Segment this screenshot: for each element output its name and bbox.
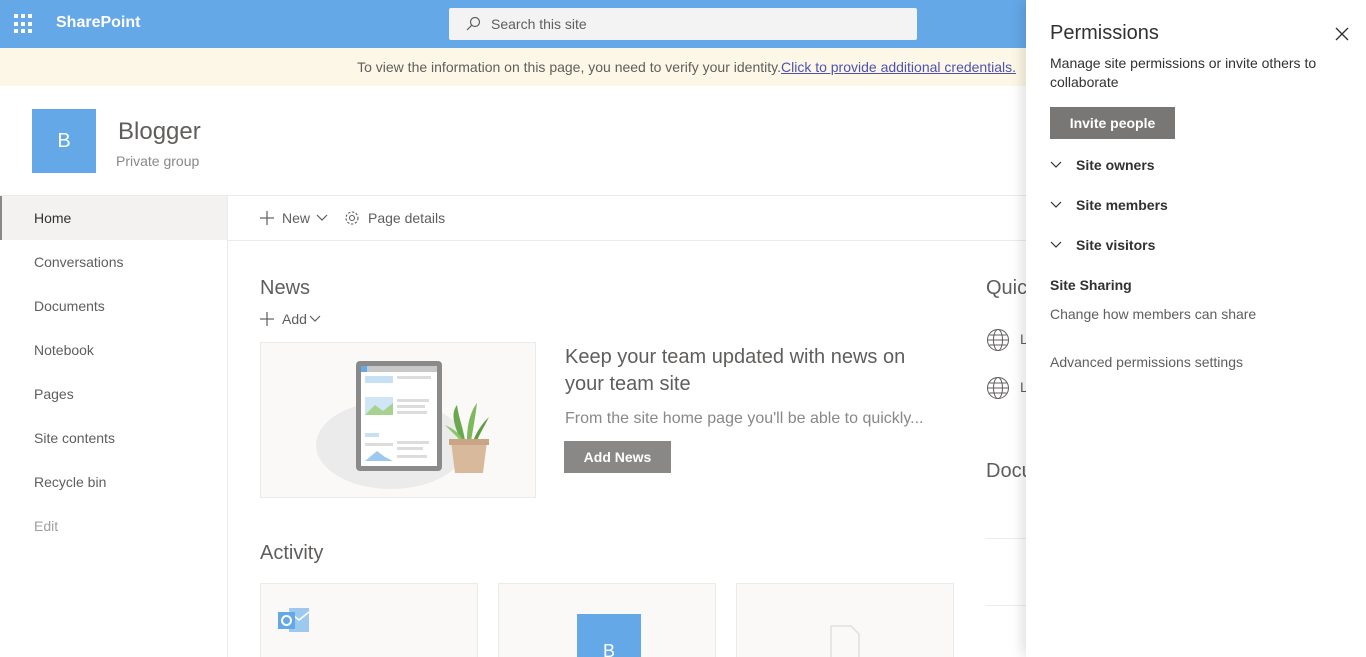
nav-item-recycle-bin[interactable]: Recycle bin <box>0 460 227 504</box>
site-title[interactable]: Blogger <box>118 118 201 146</box>
nav-item-site-contents[interactable]: Site contents <box>0 416 227 460</box>
add-label: Add <box>282 311 307 327</box>
globe-icon[interactable] <box>986 328 1010 352</box>
news-card-description: From the site home page you'll be able t… <box>565 410 924 427</box>
permissions-panel: Permissions Manage site permissions or i… <box>1026 0 1366 657</box>
new-button[interactable]: New <box>260 210 328 226</box>
news-illustration-card <box>260 342 536 498</box>
plus-icon <box>260 211 274 225</box>
command-bar: New Page details <box>228 196 1026 241</box>
globe-icon[interactable] <box>986 376 1010 400</box>
plus-icon <box>260 312 274 326</box>
page-details-button[interactable]: Page details <box>344 210 445 226</box>
identity-info-bar: To view the information on this page, yo… <box>0 48 1026 86</box>
activity-heading: Activity <box>260 542 324 564</box>
add-news-button[interactable]: Add News <box>564 441 671 473</box>
search-icon <box>466 16 481 31</box>
tablet-plant-illustration <box>316 361 489 489</box>
group-site-owners[interactable]: Site owners <box>1050 157 1155 173</box>
quick-links-heading: Quic <box>986 277 1028 299</box>
nav-item-notebook[interactable]: Notebook <box>0 328 227 372</box>
site-logo[interactable]: B <box>32 109 96 173</box>
page-details-label: Page details <box>368 210 446 226</box>
chevron-down-icon <box>309 315 321 322</box>
group-label: Site owners <box>1076 157 1155 173</box>
close-icon[interactable] <box>1334 26 1350 42</box>
nav-item-pages[interactable]: Pages <box>0 372 227 416</box>
documents-divider <box>986 605 1026 606</box>
activity-card-document[interactable] <box>736 583 954 657</box>
panel-title: Permissions <box>1050 22 1159 44</box>
group-site-members[interactable]: Site members <box>1050 197 1168 213</box>
advanced-permissions-link[interactable]: Advanced permissions settings <box>1050 354 1243 370</box>
change-sharing-link[interactable]: Change how members can share <box>1050 306 1256 322</box>
nav-edit-link[interactable]: Edit <box>0 504 227 548</box>
document-icon <box>830 625 860 657</box>
activity-card-site[interactable]: B <box>498 583 716 657</box>
info-message: To view the information on this page, yo… <box>357 59 781 75</box>
news-card-title: Keep your team updated with news on your… <box>565 346 906 395</box>
add-news-dropdown[interactable]: Add <box>260 311 329 327</box>
site-subtitle: Private group <box>116 153 200 169</box>
activity-card-outlook[interactable] <box>260 583 478 657</box>
news-heading: News <box>260 277 311 299</box>
chevron-down-icon <box>1050 241 1062 248</box>
app-launcher-icon[interactable] <box>14 14 34 34</box>
group-label: Site visitors <box>1076 237 1156 253</box>
outlook-icon <box>278 608 310 632</box>
nav-item-home[interactable]: Home <box>0 196 227 240</box>
chevron-down-icon <box>316 214 328 221</box>
site-sharing-heading: Site Sharing <box>1050 277 1132 293</box>
nav-item-documents[interactable]: Documents <box>0 284 227 328</box>
new-label: New <box>282 210 311 226</box>
left-navigation: Home Conversations Documents Notebook Pa… <box>0 196 228 657</box>
search-placeholder: Search this site <box>491 16 587 32</box>
invite-people-button[interactable]: Invite people <box>1050 107 1175 139</box>
nav-item-conversations[interactable]: Conversations <box>0 240 227 284</box>
chevron-down-icon <box>1050 201 1062 208</box>
provide-credentials-link[interactable]: Click to provide additional credentials. <box>781 59 1016 75</box>
documents-divider <box>986 538 1026 539</box>
panel-description: Manage site permissions or invite others… <box>1050 55 1317 90</box>
brand-title[interactable]: SharePoint <box>56 14 140 32</box>
group-label: Site members <box>1076 197 1168 213</box>
gear-icon <box>345 211 359 225</box>
search-box[interactable]: Search this site <box>449 8 917 40</box>
group-site-visitors[interactable]: Site visitors <box>1050 237 1155 253</box>
chevron-down-icon <box>1050 161 1062 168</box>
activity-site-logo: B <box>577 614 641 657</box>
